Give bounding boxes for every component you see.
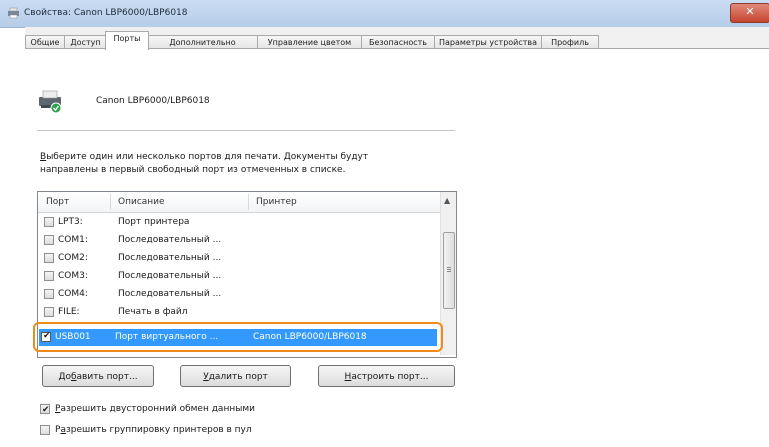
- column-divider[interactable]: [248, 194, 249, 210]
- tab-sharing[interactable]: Доступ: [64, 35, 107, 49]
- separator: [37, 130, 455, 131]
- port-name: COM4:: [58, 289, 88, 299]
- pooling-text: зрешить группировку принтеров в пул: [65, 425, 252, 435]
- column-divider[interactable]: [110, 194, 111, 210]
- instructions-text: Выберите один или несколько портов для п…: [40, 151, 460, 177]
- table-row[interactable]: COM1: Последовательный ...: [38, 232, 440, 249]
- tab-profile[interactable]: Профиль: [541, 35, 599, 49]
- configure-port-button[interactable]: Настроить порт...: [318, 365, 455, 387]
- tab-color-management[interactable]: Управление цветом: [257, 35, 362, 49]
- port-checkbox-checked[interactable]: ✔: [41, 331, 51, 342]
- port-checkbox[interactable]: [44, 307, 54, 317]
- add-port-button[interactable]: Добавить порт...: [42, 365, 154, 387]
- scroll-thumb[interactable]: [443, 232, 455, 309]
- printer-icon: [39, 90, 62, 114]
- instructions-line2: направлены в первый свободный порт из от…: [40, 165, 346, 175]
- column-header-port[interactable]: Порт: [46, 192, 69, 212]
- tab-device-settings[interactable]: Параметры устройства: [434, 35, 542, 49]
- grip-line: [447, 267, 451, 268]
- port-name: FILE:: [58, 307, 80, 317]
- port-name: COM2:: [58, 253, 88, 263]
- bidirectional-label: Разрешить двусторонний обмен данными: [55, 402, 255, 416]
- instructions-line1: ыберите один или несколько портов для пе…: [46, 152, 369, 162]
- pooling-checkbox[interactable]: [40, 425, 50, 435]
- delete-port-button[interactable]: Удалить порт: [180, 365, 291, 387]
- add-port-label-start: До: [58, 372, 71, 382]
- list-header: Порт Описание Принтер: [38, 192, 456, 213]
- configure-port-label: астроить порт...: [351, 372, 429, 382]
- port-name: USB001: [55, 332, 91, 342]
- table-row[interactable]: COM4: Последовательный ...: [38, 286, 440, 303]
- port-name: COM1:: [58, 235, 88, 245]
- port-name: COM3:: [58, 271, 88, 281]
- port-description: Последовательный ...: [118, 289, 222, 299]
- port-name: LPT3:: [58, 217, 83, 227]
- title-bar: Свойства: Canon LBP6000/LBP6018 ✕: [0, 0, 769, 28]
- pooling-label: Разрешить группировку принтеров в пул: [55, 423, 252, 437]
- checkmark-icon: ✔: [43, 331, 51, 341]
- table-row[interactable]: COM3: Последовательный ...: [38, 268, 440, 285]
- checkmark-icon: ✔: [42, 405, 50, 415]
- column-header-description[interactable]: Описание: [118, 192, 165, 212]
- port-checkbox[interactable]: [44, 217, 54, 227]
- port-checkbox[interactable]: [44, 271, 54, 281]
- window-title: Свойства: Canon LBP6000/LBP6018: [24, 8, 188, 18]
- printer-properties-icon: [8, 7, 19, 19]
- close-button[interactable]: ✕: [730, 3, 769, 23]
- port-checkbox[interactable]: [44, 253, 54, 263]
- table-row[interactable]: FILE: Печать в файл: [38, 304, 440, 321]
- port-description: Порт виртуального ...: [115, 332, 219, 342]
- bidirectional-text: азрешить двусторонний обмен данными: [60, 404, 255, 414]
- table-row[interactable]: COM2: Последовательный ...: [38, 250, 440, 267]
- printer-name: Canon LBP6000/LBP6018: [96, 96, 210, 106]
- selected-table-row[interactable]: ✔ USB001 Порт виртуального ... Canon LBP…: [39, 329, 437, 346]
- port-description: Последовательный ...: [118, 235, 222, 245]
- grip-line: [447, 271, 451, 272]
- column-header-printer[interactable]: Принтер: [256, 192, 297, 212]
- add-port-label-end: авить порт...: [76, 372, 138, 382]
- tab-general[interactable]: Общие: [25, 35, 65, 49]
- port-description: Последовательный ...: [118, 271, 222, 281]
- port-checkbox[interactable]: [44, 235, 54, 245]
- close-icon: ✕: [745, 5, 755, 18]
- port-printer: Canon LBP6000/LBP6018: [253, 332, 367, 342]
- grip-line: [447, 269, 451, 270]
- bidirectional-checkbox[interactable]: ✔: [40, 404, 50, 415]
- port-description: Порт принтера: [118, 217, 190, 227]
- delete-port-label: далить порт: [208, 372, 268, 382]
- tab-advanced[interactable]: Дополнительно: [147, 35, 258, 49]
- table-row[interactable]: LPT3: Порт принтера: [38, 214, 440, 231]
- tab-ports[interactable]: Порты: [105, 31, 149, 50]
- selected-port-highlight: ✔ USB001 Порт виртуального ... Canon LBP…: [33, 322, 443, 352]
- port-description: Последовательный ...: [118, 253, 222, 263]
- port-checkbox[interactable]: [44, 289, 54, 299]
- scroll-up-icon[interactable]: ▲: [444, 196, 450, 205]
- port-description: Печать в файл: [118, 307, 188, 317]
- tab-security[interactable]: Безопасность: [361, 35, 435, 49]
